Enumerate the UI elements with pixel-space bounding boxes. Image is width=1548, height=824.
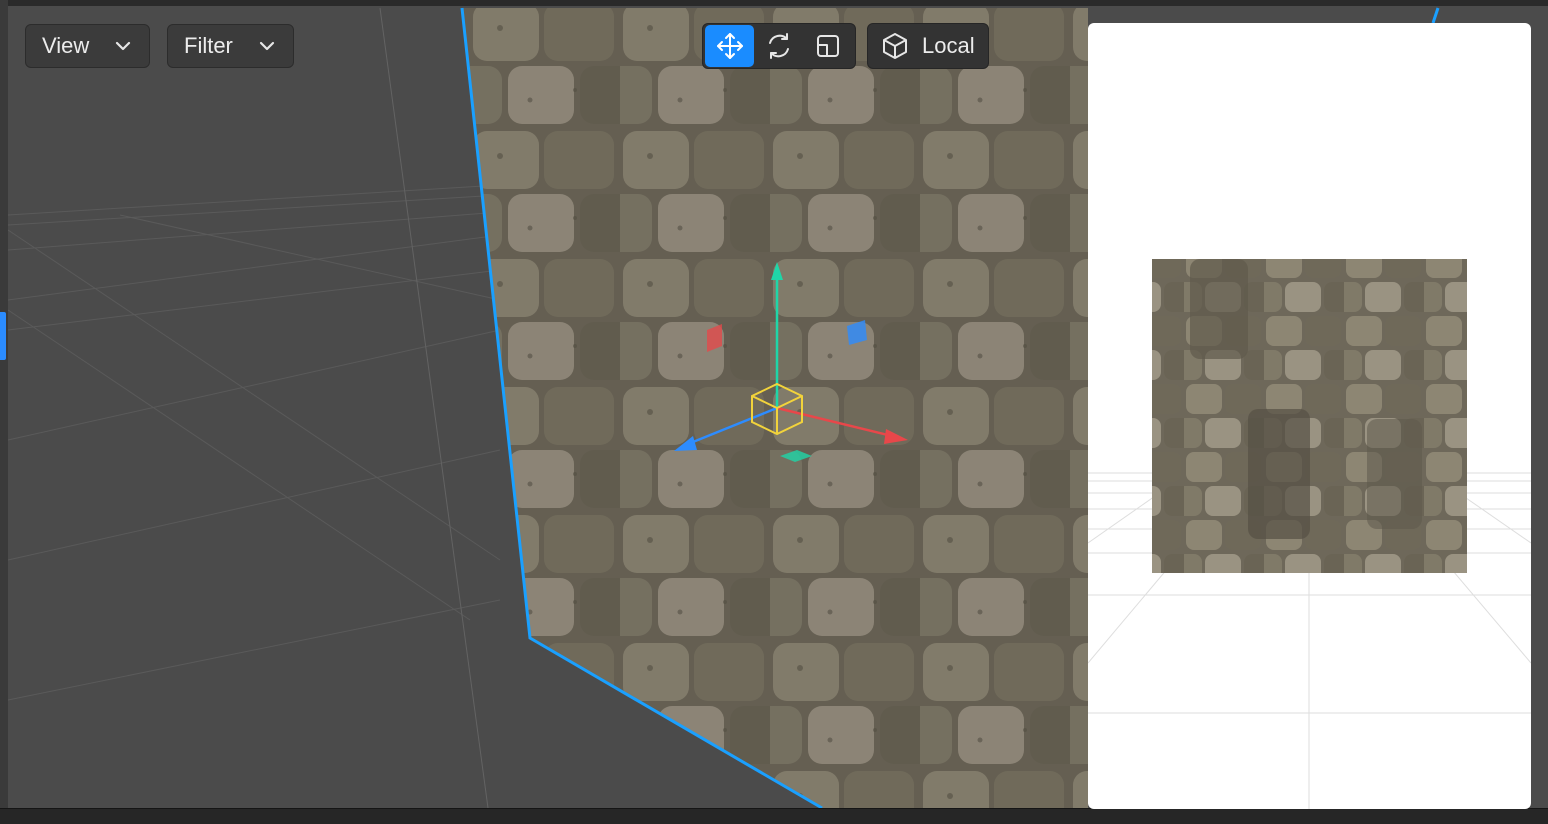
filter-dropdown-label: Filter: [184, 33, 233, 58]
panel-resize-handle[interactable]: [0, 312, 6, 360]
cube-icon: [883, 33, 907, 59]
move-icon: [716, 33, 743, 59]
floor-grid: [7, 7, 501, 809]
window-top-edge: [0, 0, 1548, 6]
filter-dropdown[interactable]: Filter: [167, 24, 294, 68]
texture-preview-panel: [1088, 23, 1531, 809]
view-dropdown[interactable]: View: [25, 24, 150, 68]
move-tool-button[interactable]: [705, 25, 755, 67]
transform-tool-group: [702, 23, 856, 69]
scale-tool-button[interactable]: [804, 25, 853, 67]
rotate-icon: [768, 33, 789, 59]
left-panel-edge: [0, 0, 8, 808]
coordinate-space-toggle[interactable]: Local: [867, 23, 989, 69]
view-dropdown-label: View: [42, 33, 90, 58]
chevron-down-icon: [115, 41, 131, 51]
scale-icon: [817, 35, 840, 57]
rotate-tool-button[interactable]: [754, 25, 803, 67]
3d-viewport[interactable]: View Filter Local: [0, 0, 1548, 824]
texture-preview-thumbnail: [1152, 259, 1467, 573]
chevron-down-icon: [259, 41, 275, 51]
status-bar: [0, 808, 1548, 824]
coordinate-space-label: Local: [922, 33, 975, 58]
